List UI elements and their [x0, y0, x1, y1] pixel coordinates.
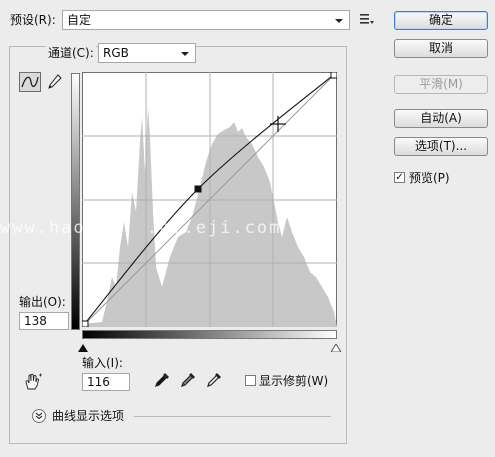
pencil-icon[interactable] [46, 73, 62, 91]
black-point-slider[interactable] [78, 341, 88, 355]
output-field[interactable]: 138 [19, 312, 69, 330]
eyedropper-gray-icon[interactable] [180, 372, 196, 388]
chevron-down-icon [181, 52, 189, 56]
curve-point[interactable] [82, 320, 89, 327]
watermark-text: www.hao ... .c..eji.com [0, 218, 282, 238]
curve-point[interactable] [330, 72, 337, 79]
options-button[interactable]: 选项(T)... [394, 137, 488, 156]
output-label: 输出(O): [19, 295, 66, 309]
list-menu-icon[interactable] [360, 13, 374, 25]
ok-button[interactable]: 确定 [394, 11, 488, 30]
show-clipping-label: 显示修剪(W) [259, 374, 329, 388]
chevron-down-icon [335, 19, 343, 23]
preset-dropdown[interactable]: 自定 [62, 10, 350, 30]
curve-point-tool-icon[interactable] [19, 72, 41, 92]
input-gradient-bar [82, 330, 337, 339]
preview-checkbox[interactable]: ✓ [394, 172, 405, 183]
eyedropper-white-icon[interactable] [206, 372, 222, 388]
output-gradient-bar [71, 73, 80, 330]
input-label: 输入(I): [82, 356, 123, 370]
channel-dropdown[interactable]: RGB [98, 43, 196, 63]
hand-adjust-icon[interactable] [22, 373, 44, 391]
preset-value: 自定 [67, 13, 92, 27]
show-clipping-checkbox[interactable] [245, 375, 256, 386]
curves-graph[interactable] [82, 72, 337, 327]
eyedropper-black-icon[interactable] [154, 372, 170, 388]
preset-label: 预设(R): [10, 13, 56, 27]
channel-label: 通道(C): [46, 45, 96, 61]
channel-value: RGB [103, 46, 129, 60]
white-point-slider[interactable] [330, 341, 342, 355]
auto-button[interactable]: 自动(A) [394, 109, 488, 128]
input-field[interactable]: 116 [82, 373, 130, 391]
chevron-down-circle-icon[interactable] [32, 409, 46, 423]
smooth-button[interactable]: 平滑(M) [394, 75, 488, 94]
curve-options-label[interactable]: 曲线显示选项 [52, 408, 124, 424]
cancel-button[interactable]: 取消 [394, 39, 488, 58]
divider [134, 416, 331, 417]
curve-point[interactable] [194, 185, 202, 193]
preview-label: 预览(P) [409, 171, 450, 185]
